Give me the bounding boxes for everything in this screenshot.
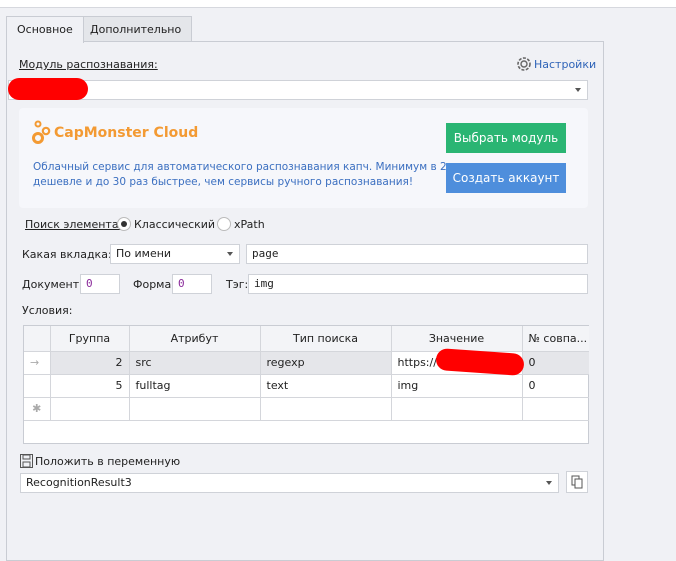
cell[interactable]: text	[259, 373, 392, 398]
choose-module-button[interactable]: Выбрать модуль	[446, 123, 566, 153]
module-label: Модуль распознавания:	[19, 58, 158, 71]
cell[interactable]: 5	[49, 373, 130, 398]
module-select[interactable]	[8, 80, 588, 100]
col-value[interactable]: Значение	[390, 326, 523, 352]
tab-main[interactable]: Основное	[6, 16, 84, 43]
cell[interactable]: 0	[521, 350, 589, 375]
cell[interactable]: 2	[49, 350, 130, 375]
chevron-down-icon	[546, 481, 552, 485]
new-row[interactable]: ✱	[24, 396, 589, 421]
cell[interactable]: src	[128, 350, 261, 375]
settings-link[interactable]: Настройки	[516, 56, 596, 72]
cell[interactable]: 0	[521, 373, 589, 398]
top-bar	[0, 0, 676, 8]
chevron-down-icon	[227, 252, 233, 256]
tab-value-input[interactable]: page	[246, 244, 588, 264]
save-icon	[20, 454, 33, 468]
gears-logo-icon	[32, 120, 51, 144]
col-match-number[interactable]: № совпа...	[521, 326, 589, 352]
chevron-down-icon	[575, 88, 581, 92]
copy-button[interactable]	[566, 471, 588, 493]
card-description: Облачный сервис для автоматического расп…	[33, 161, 476, 188]
xpath-label: xPath	[234, 218, 265, 231]
cell[interactable]: fulltag	[128, 373, 261, 398]
card-title: CapMonster Cloud	[54, 125, 199, 141]
create-account-button[interactable]: Создать аккаунт	[446, 163, 566, 193]
redaction	[8, 78, 88, 100]
table-header: Группа Атрибут Тип поиска Значение № сов…	[24, 326, 589, 352]
cell[interactable]: img	[390, 373, 523, 398]
variable-select[interactable]: RecognitionResult3	[20, 473, 559, 493]
col-group[interactable]: Группа	[49, 326, 130, 352]
radio-xpath[interactable]	[217, 217, 231, 231]
tab-label: Какая вкладка:	[22, 248, 112, 261]
table-row[interactable]: 5 fulltag text img 0	[24, 373, 589, 398]
form-label: Форма:	[133, 278, 175, 291]
document-input[interactable]: 0	[80, 274, 120, 294]
cell[interactable]: regexp	[259, 350, 392, 375]
current-row-arrow-icon: →	[24, 350, 51, 375]
form-input[interactable]: 0	[172, 274, 212, 294]
col-search-type[interactable]: Тип поиска	[259, 326, 392, 352]
new-row-asterisk-icon: ✱	[24, 396, 51, 421]
tag-label: Тэг:	[226, 278, 249, 291]
classic-label: Классический	[134, 218, 216, 231]
settings-label: Настройки	[534, 57, 597, 71]
col-attribute[interactable]: Атрибут	[128, 326, 261, 352]
radio-classic[interactable]	[117, 217, 131, 231]
conditions-table: Группа Атрибут Тип поиска Значение № сов…	[23, 325, 589, 444]
conditions-label: Условия:	[22, 304, 73, 317]
search-label: Поиск элемента:	[25, 218, 123, 231]
gear-icon	[517, 57, 531, 71]
tab-advanced[interactable]: Дополнительно	[79, 16, 193, 42]
document-label: Документ:	[22, 278, 83, 291]
tag-input[interactable]: img	[248, 274, 588, 294]
tab-mode-select[interactable]: По имени	[110, 244, 240, 264]
variable-label: Положить в переменную	[35, 455, 181, 468]
copy-icon	[571, 475, 583, 489]
